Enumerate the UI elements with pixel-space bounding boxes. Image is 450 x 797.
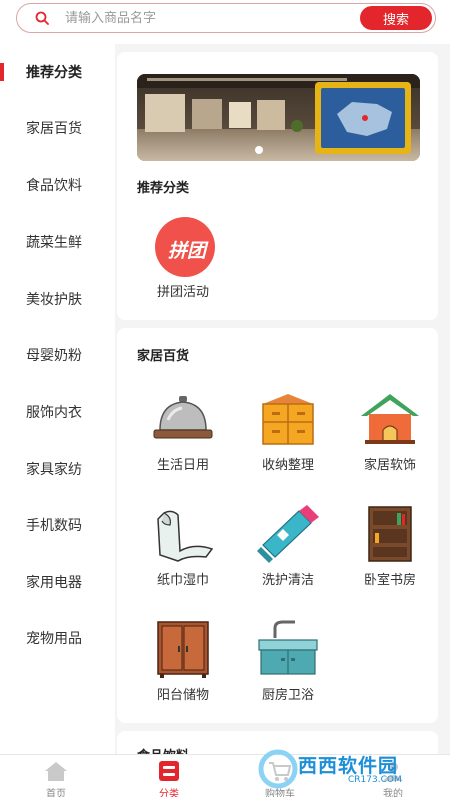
sidebar-item-beauty[interactable]: 美妆护肤: [0, 271, 115, 327]
sidebar-item-label: 推荐分类: [26, 65, 82, 81]
nav-label: 分类: [159, 789, 179, 797]
search-bar: 搜索: [0, 0, 450, 44]
sidebar-item-recommend[interactable]: 推荐分类: [0, 44, 115, 100]
tile-label: 收纳整理: [261, 458, 314, 473]
category-icon: [159, 761, 179, 781]
sidebar-item-clothing[interactable]: 服饰内衣: [0, 384, 115, 440]
tissue-icon: [157, 510, 214, 562]
house-icon: [361, 394, 419, 444]
category-tile-balcony-storage[interactable]: 阳台储物: [135, 620, 225, 730]
category-tile-soft-decor[interactable]: 家居软饰: [342, 390, 432, 500]
storage-cabinet-icon: [262, 394, 314, 445]
search-button[interactable]: 搜索: [360, 6, 432, 30]
tile-label: 洗护清洁: [261, 573, 314, 588]
sidebar-item-furniture[interactable]: 家具家纺: [0, 441, 115, 497]
tile-label: 厨房卫浴: [261, 688, 314, 703]
sidebar-item-label: 家用电器: [26, 575, 82, 591]
category-tile-bedroom-study[interactable]: 卧室书房: [342, 505, 432, 615]
sidebar-item-home[interactable]: 家居百货: [0, 100, 115, 156]
service-bell-icon: [153, 396, 213, 439]
nav-category[interactable]: 分类: [129, 755, 209, 797]
recommend-card: 推荐分类 拼团 拼团活动: [117, 52, 438, 320]
sidebar-item-label: 美妆护肤: [26, 292, 82, 308]
sidebar-item-label: 家具家纺: [26, 462, 82, 478]
watermark-logo: 西西软件园 CR173.COM: [258, 745, 438, 793]
carousel-indicator: [255, 146, 263, 154]
category-tile-kitchen-bath[interactable]: 厨房卫浴: [240, 620, 330, 730]
sidebar-item-label: 服饰内衣: [26, 405, 82, 421]
tile-label: 阳台储物: [156, 688, 209, 703]
wardrobe-icon: [157, 621, 209, 678]
search-input[interactable]: [65, 8, 355, 28]
kitchen-sink-icon: [258, 620, 318, 675]
nav-label: 首页: [46, 789, 66, 797]
banner-carousel[interactable]: [137, 74, 420, 161]
watermark-text: 西西软件园: [298, 755, 399, 777]
category-tile-storage[interactable]: 收纳整理: [240, 390, 330, 500]
tile-label: 生活日用: [156, 458, 209, 473]
pintuan-icon-text: 拼团: [167, 240, 206, 262]
app-screen: 搜索 推荐分类 家居百货 食品饮料 蔬菜生鲜 美妆护肤 母婴奶粉 服饰内衣 家具…: [0, 0, 450, 797]
sidebar-item-label: 家居百货: [26, 121, 82, 137]
sidebar-item-label: 母婴奶粉: [26, 348, 82, 364]
sidebar-item-food[interactable]: 食品饮料: [0, 157, 115, 213]
sidebar-item-label: 手机数码: [26, 518, 82, 534]
watermark-sub: CR173.COM: [348, 775, 402, 785]
home-goods-card: 家居百货 生活日用 收纳整理 家居软饰 纸巾湿巾 洗护清洁 卧室书房 阳台储物 …: [117, 328, 438, 723]
sidebar-item-pets[interactable]: 宠物用品: [0, 610, 115, 666]
sidebar-item-appliances[interactable]: 家用电器: [0, 554, 115, 610]
toothpaste-icon: [257, 505, 319, 563]
category-content: 推荐分类 拼团 拼团活动 家居百货 生活日用 收纳整理 家居软饰 纸巾湿巾 洗护…: [115, 44, 450, 754]
category-sidebar: 推荐分类 家居百货 食品饮料 蔬菜生鲜 美妆护肤 母婴奶粉 服饰内衣 家具家纺 …: [0, 44, 115, 754]
section-title-home: 家居百货: [137, 349, 190, 364]
sidebar-item-label: 宠物用品: [26, 631, 82, 647]
search-box[interactable]: 搜索: [16, 3, 436, 33]
sidebar-item-baby[interactable]: 母婴奶粉: [0, 327, 115, 383]
category-tile-pintuan[interactable]: 拼团 拼团活动: [135, 217, 225, 327]
tile-label: 拼团活动: [156, 285, 209, 300]
category-tile-daily-use[interactable]: 生活日用: [135, 390, 225, 500]
sidebar-item-vegetables[interactable]: 蔬菜生鲜: [0, 214, 115, 270]
tile-label: 卧室书房: [363, 573, 416, 588]
search-icon: [35, 11, 49, 25]
banner-image: [137, 74, 420, 161]
home-icon: [45, 762, 67, 781]
active-marker: [0, 63, 4, 81]
sidebar-item-digital[interactable]: 手机数码: [0, 497, 115, 553]
sidebar-item-label: 蔬菜生鲜: [26, 235, 82, 251]
tile-label: 家居软饰: [363, 458, 416, 473]
section-title-food: 食品饮料: [137, 745, 189, 754]
category-tile-tissues[interactable]: 纸巾湿巾: [135, 505, 225, 615]
bookshelf-icon: [368, 506, 412, 562]
sidebar-item-label: 食品饮料: [26, 178, 82, 194]
tile-label: 纸巾湿巾: [156, 573, 209, 588]
category-tile-cleaning[interactable]: 洗护清洁: [240, 505, 330, 615]
nav-home[interactable]: 首页: [16, 755, 96, 797]
section-title-recommend: 推荐分类: [137, 181, 190, 196]
